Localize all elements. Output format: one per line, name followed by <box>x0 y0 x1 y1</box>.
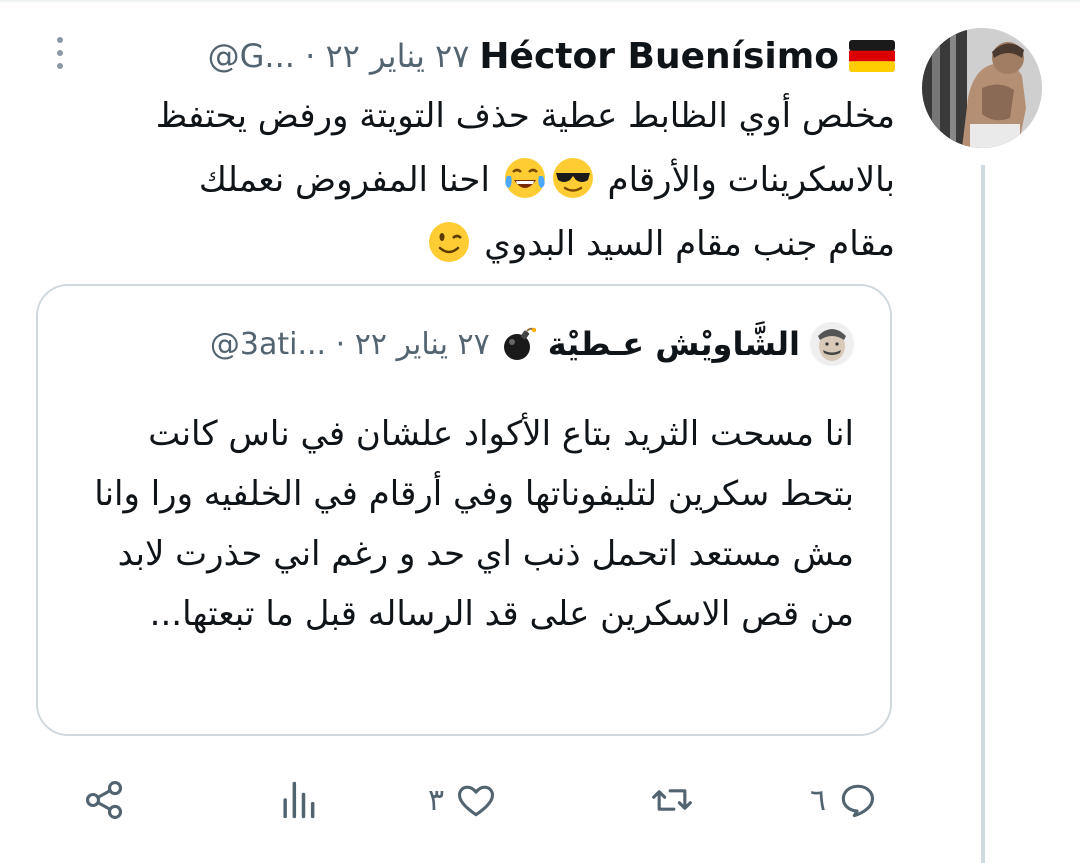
quoted-author-handle: @3ati... <box>209 326 327 362</box>
quoted-tweet-card[interactable]: الشَّاويْش عـطيْة @3ati... · ٢٧ يناير ٢٢… <box>36 284 892 736</box>
reply-button[interactable]: ٦ <box>810 770 880 830</box>
tweet-header: Héctor Buenísimo @G... · ٢٧ يناير ٢٢ <box>208 30 895 82</box>
share-button[interactable] <box>72 770 126 830</box>
tears-of-joy-emoji-icon <box>503 156 547 200</box>
tweet-text-line-2: بالاسكرينات والأرقام احنا المفروض نعملك <box>35 148 895 212</box>
reply-count: ٦ <box>810 782 827 818</box>
meta-separator: · <box>305 37 316 75</box>
tweet-text-line-2b: احنا المفروض نعملك <box>198 160 490 200</box>
heart-icon <box>458 785 495 817</box>
top-divider <box>0 0 1080 2</box>
like-count: ٣ <box>428 782 445 818</box>
tweet-text-line-1: مخلص أوي الظابط عطية حذف التويتة ورفض يح… <box>155 96 895 136</box>
share-icon <box>85 781 123 819</box>
more-vertical-icon <box>57 37 63 69</box>
author-avatar[interactable] <box>922 28 1042 148</box>
tweet-text: مخلص أوي الظابط عطية حذف التويتة ورفض يح… <box>35 84 895 276</box>
tweet-actions-bar: ٦ ٣ <box>0 760 1080 840</box>
quoted-meta-separator: · <box>335 326 346 362</box>
retweet-icon <box>652 789 692 811</box>
sunglasses-emoji-icon <box>551 156 595 200</box>
retweet-button[interactable] <box>640 770 694 830</box>
tweet-date[interactable]: ٢٧ يناير ٢٢ <box>325 37 469 75</box>
like-button[interactable]: ٣ <box>428 770 498 830</box>
quoted-author-avatar <box>810 322 854 366</box>
tweet-text-line-2a: بالاسكرينات والأرقام <box>607 160 895 200</box>
bomb-icon <box>500 325 538 363</box>
reply-icon <box>841 784 875 818</box>
more-options-button[interactable] <box>52 33 68 73</box>
views-icon <box>283 781 315 819</box>
winking-emoji-icon <box>427 220 471 264</box>
quoted-tweet-header: الشَّاويْش عـطيْة @3ati... · ٢٧ يناير ٢٢ <box>210 322 854 366</box>
author-handle[interactable]: @G... <box>208 37 295 75</box>
quoted-tweet-date: ٢٧ يناير ٢٢ <box>354 326 490 362</box>
quoted-tweet-meta: @3ati... · ٢٧ يناير ٢٢ <box>210 327 490 362</box>
thread-line <box>981 165 985 863</box>
tweet-text-line-3-text: مقام جنب مقام السيد البدوي <box>484 224 895 264</box>
author-name[interactable]: Héctor Buenísimo <box>479 36 839 77</box>
views-button[interactable] <box>266 770 320 830</box>
quoted-tweet-text: انا مسحت الثريد بتاع الأكواد علشان في نا… <box>94 414 854 634</box>
tweet-text-line-3: مقام جنب مقام السيد البدوي <box>35 212 895 276</box>
avatar-image <box>922 28 1042 148</box>
germany-flag-icon <box>849 40 895 72</box>
tweet-meta: @G... · ٢٧ يناير ٢٢ <box>208 37 470 75</box>
quoted-author-name: الشَّاويْش عـطيْة <box>547 325 800 363</box>
